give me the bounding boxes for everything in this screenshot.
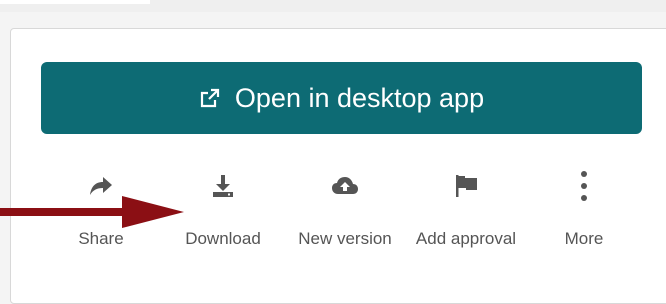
add-approval-button[interactable]: Add approval <box>407 169 525 249</box>
more-label: More <box>564 229 604 248</box>
open-in-desktop-app-label: Open in desktop app <box>234 82 485 113</box>
file-actions-panel: Open in desktop app Share Download New v… <box>10 28 666 304</box>
external-link-icon <box>199 87 221 109</box>
share-label: Share <box>78 229 124 248</box>
cloud-upload-icon <box>331 169 359 203</box>
download-label: Download <box>185 229 261 248</box>
new-version-label: New version <box>298 229 392 248</box>
download-button[interactable]: Download <box>177 169 269 249</box>
new-version-button[interactable]: New version <box>289 169 401 249</box>
download-icon <box>210 169 236 203</box>
more-vertical-icon <box>579 169 589 203</box>
annotation-arrow <box>0 196 184 228</box>
add-approval-label: Add approval <box>415 229 517 248</box>
flag-icon <box>453 169 479 203</box>
more-button[interactable]: More <box>556 169 612 249</box>
top-strip-highlight <box>0 0 150 4</box>
open-in-desktop-app-button[interactable]: Open in desktop app <box>41 62 642 134</box>
